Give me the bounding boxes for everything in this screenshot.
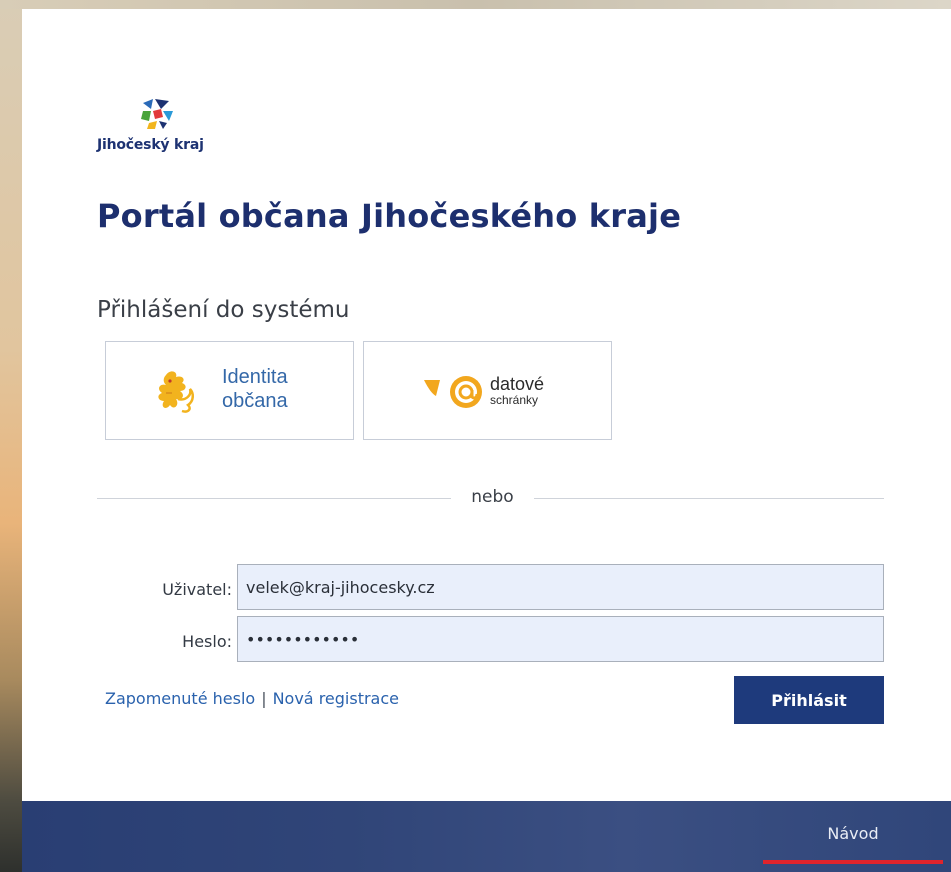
identita-obcana-button[interactable]: Identita občana (105, 341, 354, 440)
divider-line-right (534, 498, 884, 499)
login-button[interactable]: Přihlásit (734, 676, 884, 724)
datove-schranky-logo-icon (424, 376, 482, 408)
identita-label: Identita občana (222, 365, 288, 413)
identita-label-line1: Identita (222, 366, 288, 388)
footer-bar: Návod (22, 801, 951, 872)
login-subtitle: Přihlášení do systému (97, 297, 350, 323)
divider-text: nebo (471, 487, 514, 507)
page-title: Portál občana Jihočeského kraje (97, 197, 682, 235)
username-label: Uživatel: (162, 580, 232, 599)
czech-lion-icon (158, 371, 194, 413)
login-panel: Jihočeský kraj Portál občana Jihočeského… (22, 9, 951, 872)
background-top-strip (0, 0, 951, 9)
account-links: Zapomenuté heslo | Nová registrace (105, 689, 399, 708)
password-label: Heslo: (182, 632, 232, 651)
logo-text: Jihočeský kraj (97, 137, 204, 153)
background-landscape (0, 0, 22, 872)
datove-schranky-label: datové schránky (490, 374, 545, 407)
guide-link-underline (763, 860, 943, 864)
link-separator: | (261, 689, 267, 708)
password-input[interactable] (237, 616, 884, 662)
guide-link[interactable]: Návod (808, 824, 898, 843)
new-registration-link[interactable]: Nová registrace (273, 689, 399, 708)
datove-label-line1: datové (490, 374, 545, 394)
datove-label-line2: schránky (490, 393, 539, 407)
username-input[interactable] (237, 564, 884, 610)
datove-schranky-button[interactable]: datové schránky (363, 341, 612, 440)
jihocesky-kraj-logo: Jihočeský kraj (97, 97, 257, 159)
divider-line-left (97, 498, 451, 499)
region-logo-icon (141, 99, 173, 129)
identita-label-line2: občana (222, 390, 288, 412)
forgot-password-link[interactable]: Zapomenuté heslo (105, 689, 255, 708)
